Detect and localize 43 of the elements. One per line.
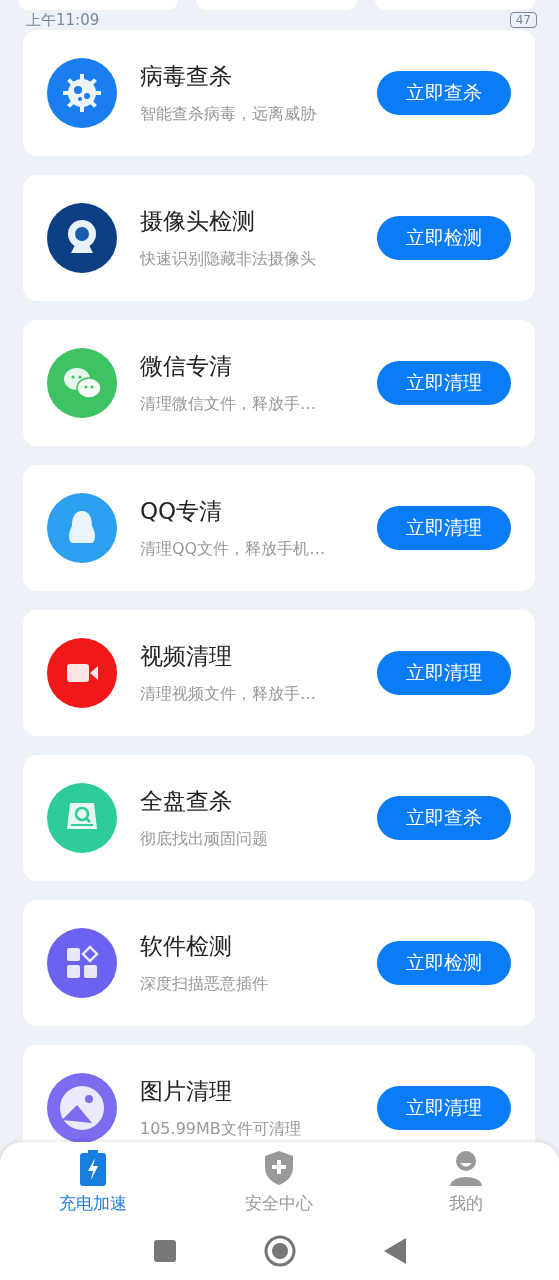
virus-icon [47, 58, 117, 128]
app-grid-icon [47, 928, 117, 998]
home-icon[interactable] [263, 1235, 296, 1267]
tool-title: 病毒查杀 [140, 62, 233, 91]
action-button[interactable]: 立即清理 [377, 1086, 511, 1130]
tool-subtitle: 彻底找出顽固问题 [140, 829, 269, 850]
tool-title: 图片清理 [140, 1077, 233, 1106]
tool-title: 全盘查杀 [140, 787, 233, 816]
penguin-icon [47, 493, 117, 563]
action-button[interactable]: 立即检测 [377, 941, 511, 985]
image-icon [47, 1073, 117, 1143]
action-button[interactable]: 立即查杀 [377, 71, 511, 115]
tool-title: 摄像头检测 [140, 207, 256, 236]
nav-tab[interactable]: 我的 [372, 1150, 559, 1215]
tool-subtitle: 105.99MB文件可清理 [140, 1119, 302, 1140]
tool-subtitle: 智能查杀病毒，远离威胁 [140, 104, 317, 125]
tool-title: 视频清理 [140, 642, 233, 671]
tool-title: QQ专清 [140, 497, 224, 526]
recents-icon[interactable] [153, 1240, 176, 1262]
battery-bolt-icon [78, 1150, 109, 1186]
nav-tab[interactable]: 充电加速 [0, 1150, 187, 1215]
status-time: 上午11:09 [26, 10, 100, 30]
nav-tab[interactable]: 安全中心 [186, 1150, 373, 1215]
shield-plus-icon [263, 1150, 296, 1186]
tool-subtitle: 深度扫描恶意插件 [140, 974, 269, 995]
disk-search-icon [47, 783, 117, 853]
action-button[interactable]: 立即清理 [377, 506, 511, 550]
tool-title: 微信专清 [140, 352, 233, 381]
back-icon[interactable] [383, 1238, 406, 1264]
action-button[interactable]: 立即清理 [377, 651, 511, 695]
person-icon [448, 1150, 483, 1186]
tool-subtitle: 清理QQ文件，释放手机… [140, 539, 327, 560]
tool-subtitle: 清理微信文件，释放手… [140, 394, 317, 415]
action-button[interactable]: 立即清理 [377, 361, 511, 405]
action-button[interactable]: 立即检测 [377, 216, 511, 260]
battery-level: 47 [509, 12, 537, 28]
tool-subtitle: 清理视频文件，释放手… [140, 684, 317, 705]
tool-subtitle: 快速识别隐藏非法摄像头 [140, 249, 317, 270]
webcam-icon [47, 203, 117, 273]
action-button[interactable]: 立即查杀 [377, 796, 511, 840]
tool-title: 软件检测 [140, 932, 233, 961]
chat-bubbles-icon [47, 348, 117, 418]
video-camera-icon [47, 638, 117, 708]
